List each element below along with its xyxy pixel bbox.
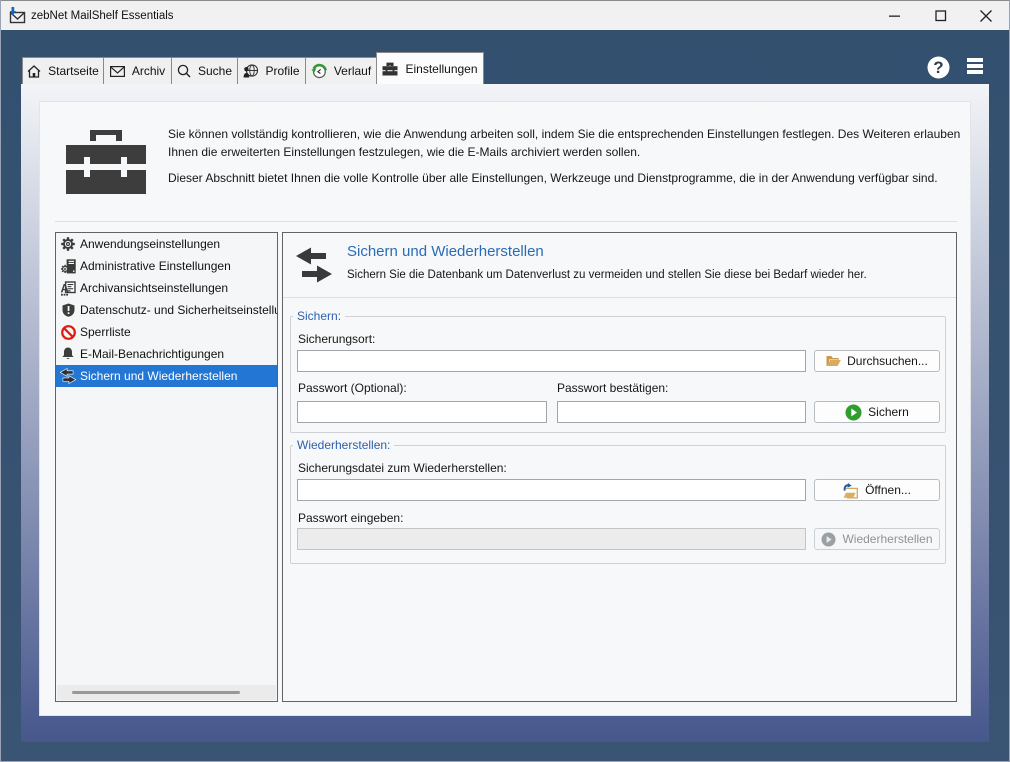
svg-text:?: ? (933, 58, 943, 77)
